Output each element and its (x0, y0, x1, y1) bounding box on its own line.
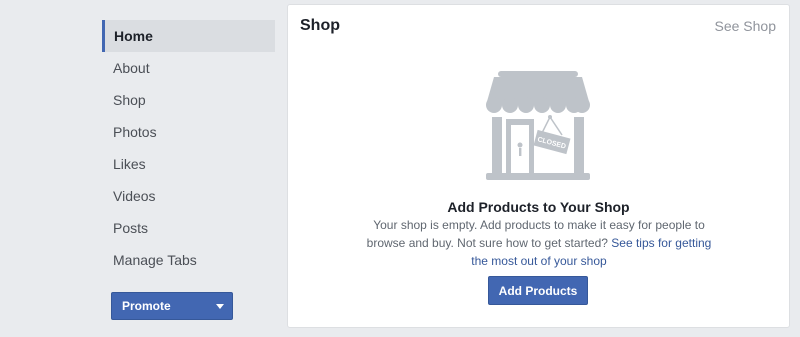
closed-storefront-icon: CLOSED (486, 71, 590, 180)
sidebar-item-likes[interactable]: Likes (102, 148, 275, 180)
promote-button[interactable]: Promote (111, 292, 233, 320)
sidebar-item-manage-tabs[interactable]: Manage Tabs (102, 244, 275, 276)
page: Home About Shop Photos Likes Videos Post… (0, 0, 800, 337)
card-title: Shop (300, 17, 340, 34)
sidebar-item-videos[interactable]: Videos (102, 180, 275, 212)
empty-state-description: Your shop is empty. Add products to make… (361, 216, 717, 270)
empty-state-title: Add Products to Your Shop (447, 199, 630, 215)
sidebar-item-posts[interactable]: Posts (102, 212, 275, 244)
shop-card: Shop See Shop CLOSED Add Products to You… (287, 4, 790, 328)
page-sidebar: Home About Shop Photos Likes Videos Post… (102, 20, 275, 320)
promote-label: Promote (122, 299, 171, 313)
see-shop-link[interactable]: See Shop (715, 18, 777, 34)
add-products-button[interactable]: Add Products (488, 276, 588, 305)
caret-down-icon[interactable] (216, 304, 224, 309)
sidebar-item-home[interactable]: Home (102, 20, 275, 52)
sidebar-item-shop[interactable]: Shop (102, 84, 275, 116)
sidebar-item-about[interactable]: About (102, 52, 275, 84)
sidebar-item-photos[interactable]: Photos (102, 116, 275, 148)
